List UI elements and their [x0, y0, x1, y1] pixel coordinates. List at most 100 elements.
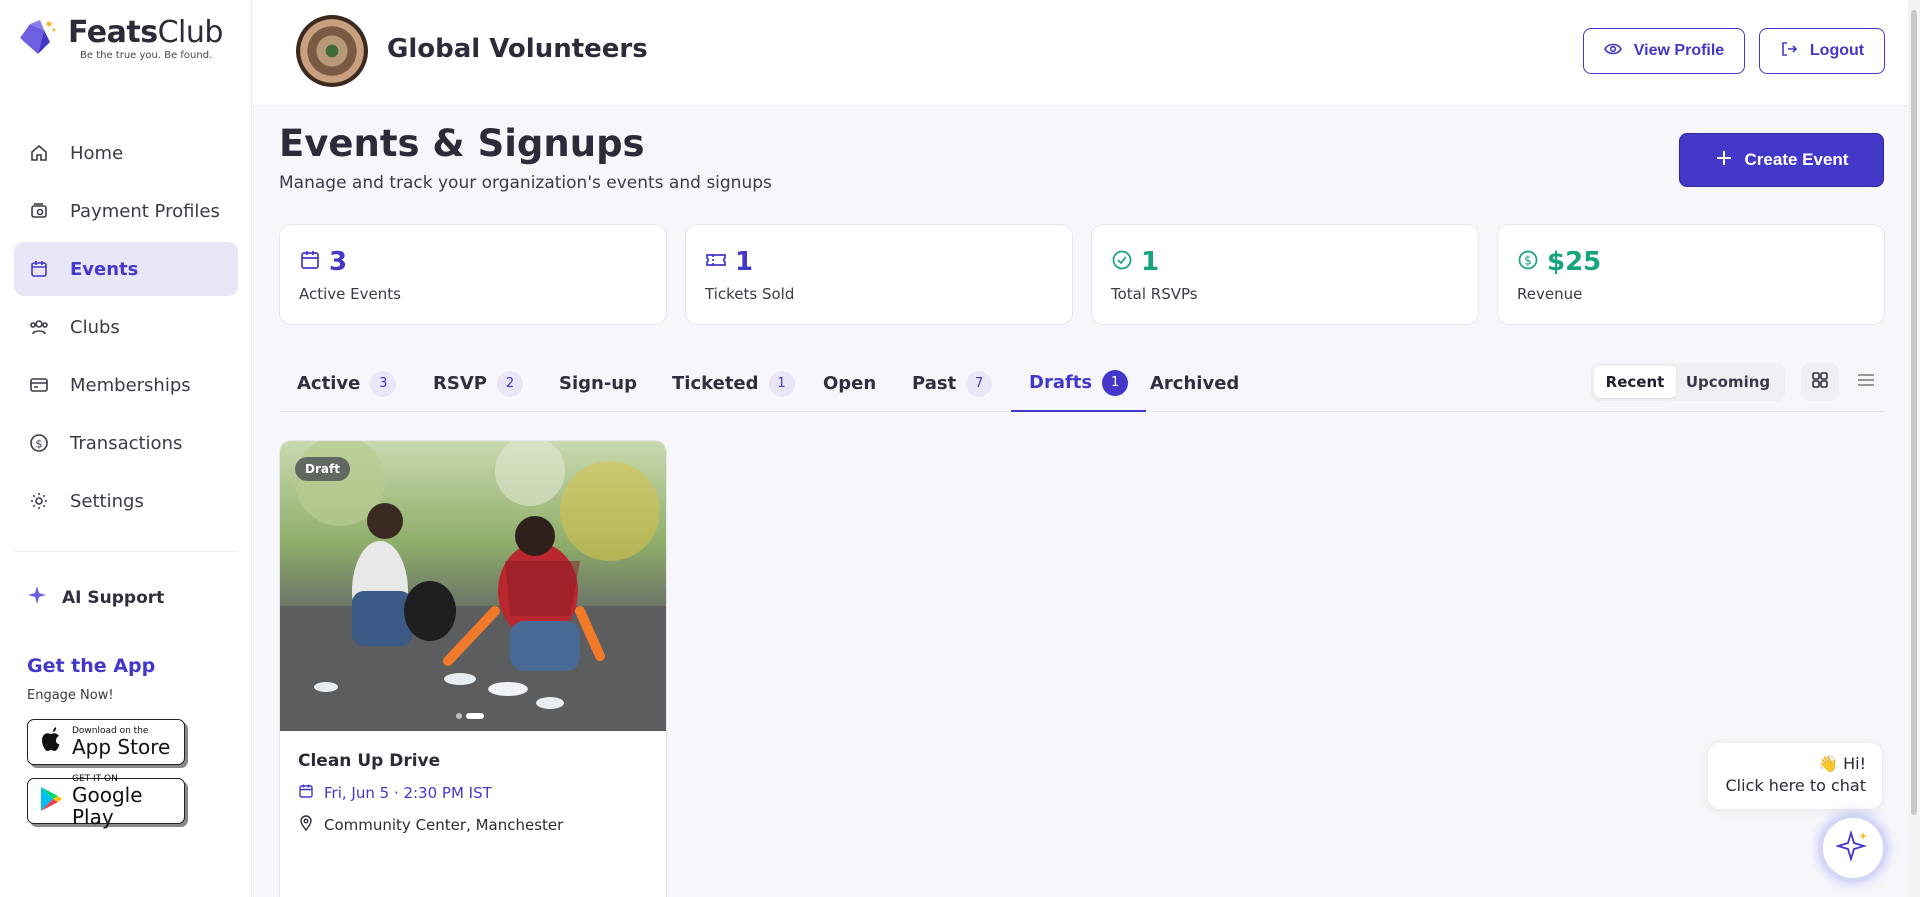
- org-avatar[interactable]: [296, 15, 368, 87]
- brand-logo[interactable]: FeatsClub Be the true you. Be found.: [16, 16, 223, 64]
- google-play-button[interactable]: GET IT ON Google Play: [27, 774, 185, 828]
- stat-card-revenue: $ $25 Revenue: [1497, 224, 1885, 325]
- sidebar-item-events[interactable]: Events: [14, 242, 238, 296]
- sidebar-item-label: Payment Profiles: [70, 200, 220, 222]
- sidebar-item-home[interactable]: Home: [14, 126, 238, 180]
- app-store-big: App Store: [72, 735, 171, 759]
- sort-recent-button[interactable]: Recent: [1594, 366, 1676, 398]
- sidebar-item-transactions[interactable]: $ Transactions: [14, 416, 238, 470]
- sidebar-item-label: Transactions: [70, 432, 183, 454]
- tab-label: Archived: [1150, 373, 1240, 394]
- sidebar-item-memberships[interactable]: Memberships: [14, 358, 238, 412]
- chat-bubble[interactable]: 👋 Hi! Click here to chat: [1708, 743, 1882, 809]
- page-title: Events & Signups: [279, 122, 645, 165]
- sort-upcoming-button[interactable]: Upcoming: [1676, 366, 1780, 398]
- tab-active[interactable]: Active 3: [279, 355, 414, 412]
- calendar-icon: [28, 258, 50, 280]
- home-icon: [28, 142, 50, 164]
- get-app-heading: Get the App: [27, 655, 156, 677]
- tab-drafts[interactable]: Drafts 1: [1011, 355, 1147, 412]
- grid-view-button[interactable]: [1801, 363, 1839, 401]
- sidebar-item-label: Home: [70, 142, 124, 164]
- carousel-dot[interactable]: [456, 713, 462, 719]
- carousel-dot-active[interactable]: [466, 713, 484, 719]
- logout-button[interactable]: Logout: [1759, 28, 1885, 74]
- list-icon: [1857, 372, 1875, 392]
- list-view-button[interactable]: [1847, 363, 1885, 401]
- stat-value: 3: [329, 247, 348, 277]
- tab-archived[interactable]: Archived: [1132, 355, 1257, 412]
- page-subtitle: Manage and track your organization's eve…: [279, 173, 772, 193]
- brand-name: FeatsClub: [68, 16, 223, 50]
- sidebar-item-payment-profiles[interactable]: Payment Profiles: [14, 184, 238, 238]
- engage-text: Engage Now!: [27, 688, 114, 703]
- tab-count-badge: 7: [966, 370, 993, 397]
- grid-icon: [1811, 371, 1829, 393]
- sidebar-item-label: Clubs: [70, 316, 120, 338]
- stat-card-active-events: 3 Active Events: [279, 224, 667, 325]
- apple-icon: [38, 725, 64, 759]
- google-play-big: Google Play: [72, 783, 143, 829]
- users-icon: [28, 316, 50, 338]
- stat-value: 1: [735, 247, 754, 277]
- create-event-label: Create Event: [1744, 150, 1849, 169]
- stat-value: $25: [1547, 247, 1602, 277]
- stat-label: Revenue: [1517, 285, 1583, 303]
- featsclub-logo-icon: [16, 16, 64, 64]
- tab-label: Drafts: [1029, 372, 1093, 393]
- top-header: Global Volunteers View Profile Logout: [253, 0, 1920, 106]
- ai-support-link[interactable]: AI Support: [26, 584, 164, 611]
- tab-count-badge: 3: [370, 370, 397, 397]
- sort-toggle: Recent Upcoming: [1591, 363, 1785, 401]
- location-pin-icon: [298, 815, 314, 835]
- scrollbar-thumb[interactable]: [1911, 10, 1917, 815]
- tab-sign-up[interactable]: Sign-up: [541, 355, 655, 412]
- tab-count-badge: 1: [1102, 369, 1129, 396]
- svg-text:$: $: [36, 438, 43, 451]
- sidebar-item-label: Settings: [70, 490, 144, 512]
- stat-card-tickets-sold: 1 Tickets Sold: [685, 224, 1073, 325]
- logout-label: Logout: [1809, 42, 1865, 59]
- event-card[interactable]: Draft Clean Up Drive Fri, Jun 5 · 2:30 P…: [279, 440, 667, 897]
- sidebar-item-settings[interactable]: Settings: [14, 474, 238, 528]
- plus-icon: [1715, 149, 1733, 172]
- app-store-button[interactable]: Download on the App Store: [27, 719, 185, 765]
- org-name: Global Volunteers: [387, 34, 648, 64]
- brand-name-bold: Feats: [68, 15, 158, 50]
- sidebar: FeatsClub Be the true you. Be found. Hom…: [0, 0, 252, 897]
- dollar-icon: $: [28, 432, 50, 454]
- dollar-circle-icon: $: [1517, 249, 1539, 275]
- calendar-icon: [299, 249, 321, 275]
- tab-label: Open: [823, 373, 877, 394]
- tab-open[interactable]: Open: [805, 355, 894, 412]
- brand-name-light: Club: [157, 15, 224, 50]
- draft-badge: Draft: [295, 457, 350, 481]
- sparkle-icon: [1834, 829, 1870, 867]
- tab-label: Past: [912, 373, 957, 394]
- sidebar-item-clubs[interactable]: Clubs: [14, 300, 238, 354]
- sparkle-icon: [26, 584, 48, 611]
- tab-ticketed[interactable]: Ticketed 1: [654, 355, 813, 412]
- event-cover-image: Draft: [280, 441, 666, 731]
- image-carousel-dots[interactable]: [456, 713, 484, 719]
- logout-icon: [1780, 40, 1798, 63]
- create-event-button[interactable]: Create Event: [1679, 133, 1884, 187]
- page-scrollbar[interactable]: [1908, 0, 1920, 897]
- tab-label: RSVP: [433, 373, 487, 394]
- eye-icon: [1603, 42, 1622, 61]
- calendar-icon: [298, 783, 314, 803]
- tab-count-badge: 1: [768, 370, 795, 397]
- stat-label: Active Events: [299, 285, 401, 303]
- card-icon: [28, 374, 50, 396]
- event-date: Fri, Jun 5 · 2:30 PM IST: [298, 783, 492, 803]
- tab-rsvp[interactable]: RSVP 2: [415, 355, 541, 412]
- tab-label: Active: [297, 373, 361, 394]
- chat-prompt: Click here to chat: [1725, 776, 1866, 795]
- tab-label: Sign-up: [559, 373, 638, 394]
- tab-past[interactable]: Past 7: [894, 355, 1010, 412]
- view-profile-button[interactable]: View Profile: [1583, 28, 1745, 74]
- event-location: Community Center, Manchester: [298, 815, 563, 835]
- stat-value: 1: [1141, 247, 1160, 277]
- event-location-text: Community Center, Manchester: [324, 816, 564, 834]
- chat-launcher-button[interactable]: [1821, 816, 1885, 880]
